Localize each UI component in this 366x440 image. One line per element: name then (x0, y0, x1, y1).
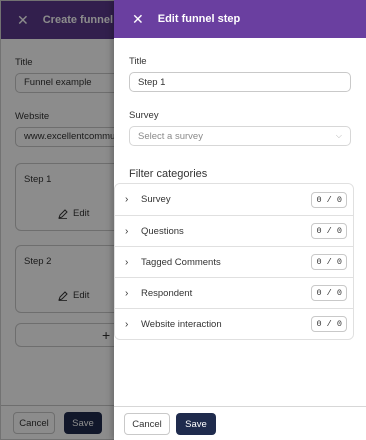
filter-category-questions[interactable]: › Questions 0 / 0 (115, 215, 353, 246)
filter-category-label: Questions (141, 225, 184, 237)
survey-select-placeholder: Select a survey (138, 130, 203, 142)
filter-count-badge: 0 / 0 (311, 285, 347, 301)
step-title-input[interactable] (129, 72, 351, 92)
survey-label: Survey (129, 110, 159, 121)
chevron-right-icon: › (125, 287, 129, 299)
edit-funnel-step-header: ✕ Edit funnel step (114, 0, 366, 38)
chevron-right-icon: › (125, 225, 129, 237)
edit-funnel-step-title: Edit funnel step (157, 13, 241, 25)
filter-category-respondent[interactable]: › Respondent 0 / 0 (115, 277, 353, 308)
filter-count-badge: 0 / 0 (311, 254, 347, 270)
filter-count-badge: 0 / 0 (311, 223, 347, 239)
chevron-down-icon: ⌵ (335, 131, 342, 140)
edit-step-footer: Cancel Save (114, 406, 366, 440)
filter-categories-title: Filter categories (129, 168, 208, 180)
chevron-right-icon: › (125, 256, 129, 268)
chevron-right-icon: › (125, 194, 129, 205)
filter-count-badge: 0 / 0 (311, 316, 347, 332)
survey-select[interactable]: Select a survey ⌵ (129, 126, 351, 146)
filter-category-tagged-comments[interactable]: › Tagged Comments 0 / 0 (115, 246, 353, 277)
save-button[interactable]: Save (176, 413, 216, 435)
filter-category-label: Tagged Comments (141, 256, 221, 268)
filter-category-survey[interactable]: › Survey 0 / 0 (115, 184, 353, 215)
filter-category-label: Respondent (141, 287, 193, 299)
filter-category-label: Survey (141, 194, 171, 205)
filter-count-badge: 0 / 0 (311, 191, 347, 208)
filter-category-website-interaction[interactable]: › Website interaction 0 / 0 (115, 308, 353, 339)
step-title-label: Title (129, 56, 147, 67)
chevron-right-icon: › (125, 318, 129, 330)
cancel-button[interactable]: Cancel (124, 413, 170, 435)
filter-categories-list: › Survey 0 / 0 › Questions 0 / 0 › Tagge… (114, 183, 354, 340)
close-icon[interactable]: ✕ (132, 12, 144, 26)
filter-category-label: Website interaction (141, 318, 222, 330)
